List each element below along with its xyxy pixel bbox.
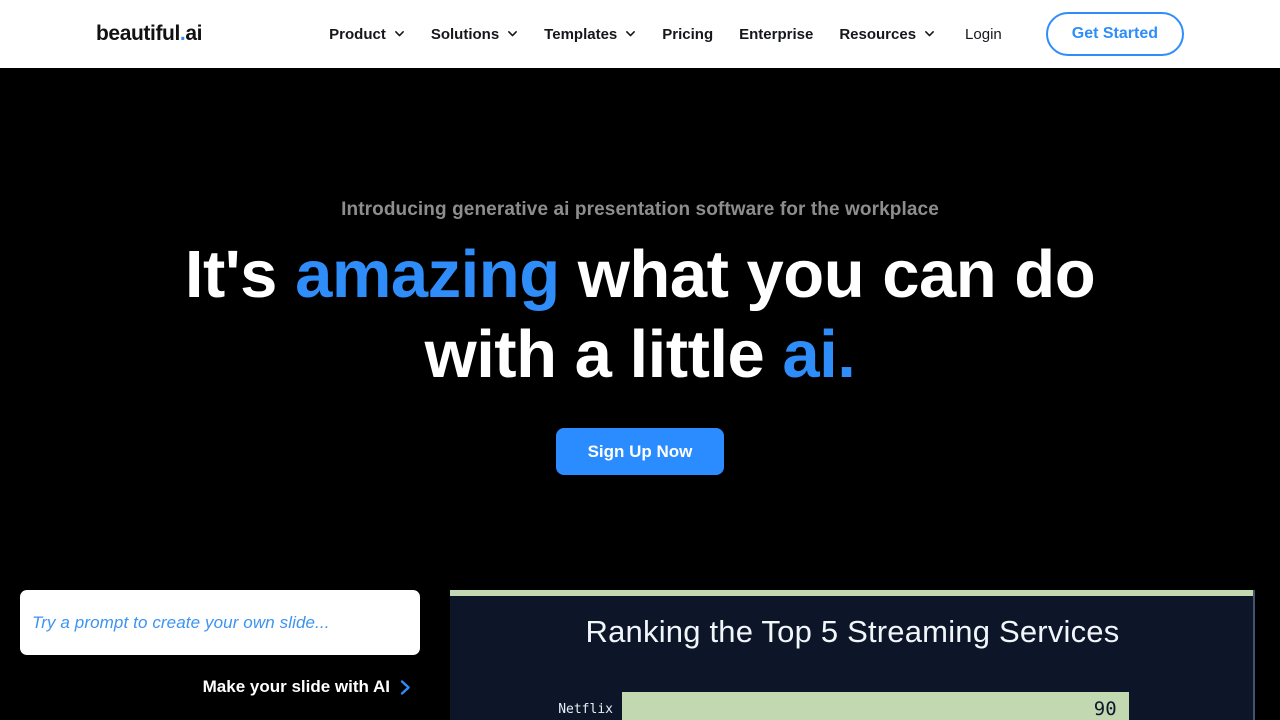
prompt-input[interactable]: Try a prompt to create your own slide... [20, 590, 420, 655]
chart-row: Netflix 90 [450, 692, 1255, 720]
chevron-down-icon [507, 28, 518, 39]
hero-title: It's amazing what you can do with a litt… [180, 235, 1100, 394]
make-slide-with-ai-label: Make your slide with AI [202, 677, 390, 696]
top-navigation-bar: beautiful.ai Product Solutions Templates [0, 0, 1280, 68]
prompt-panel: Try a prompt to create your own slide...… [20, 590, 420, 697]
brand-suffix: ai [185, 22, 203, 45]
nav-item-solutions[interactable]: Solutions [431, 26, 518, 43]
sign-up-now-button[interactable]: Sign Up Now [555, 428, 725, 476]
chart-bar-value: 90 [1093, 698, 1117, 720]
nav-item-templates[interactable]: Templates [544, 26, 636, 43]
prompt-placeholder-text: Try a prompt to create your own slide... [32, 612, 330, 632]
hero-title-part1: It's [184, 237, 278, 312]
get-started-button[interactable]: Get Started [1045, 12, 1184, 56]
brand-logo[interactable]: beautiful.ai [96, 22, 202, 46]
nav-item-label: Product [329, 25, 386, 43]
nav-item-product[interactable]: Product [329, 26, 405, 43]
hero-section: Introducing generative ai presentation s… [0, 68, 1280, 580]
chart-category-label: Netflix [558, 701, 613, 717]
nav-item-pricing[interactable]: Pricing [662, 26, 713, 43]
nav-item-label: Enterprise [739, 25, 814, 43]
chevron-down-icon [924, 28, 935, 39]
nav-links: Product Solutions Templates Pricing Ente… [329, 12, 1184, 56]
chevron-right-icon [399, 679, 412, 696]
hero-title-accent-ai: ai [782, 316, 838, 392]
nav-item-label: Templates [544, 25, 618, 43]
chevron-down-icon [394, 28, 405, 39]
slide-bar-chart: Netflix 90 [450, 692, 1255, 720]
slide-title: Ranking the Top 5 Streaming Services [585, 614, 1120, 649]
brand-name: beautiful [96, 22, 180, 45]
hero-title-accent-amazing: amazing [295, 237, 560, 312]
slide-preview[interactable]: Ranking the Top 5 Streaming Services Net… [450, 590, 1255, 720]
get-started-wrapper: Get Started [1028, 12, 1184, 56]
slide-accent-bar [450, 590, 1255, 596]
nav-item-resources[interactable]: Resources [839, 26, 935, 43]
nav-item-label: Solutions [430, 25, 500, 43]
page-root: beautiful.ai Product Solutions Templates [0, 0, 1280, 720]
hero-title-period: . [837, 316, 856, 392]
chart-bar: 90 [622, 692, 1129, 720]
hero-eyebrow: Introducing generative ai presentation s… [341, 199, 939, 220]
nav-item-label: Resources [839, 25, 917, 43]
slide-right-edge [1253, 590, 1255, 720]
nav-item-enterprise[interactable]: Enterprise [739, 26, 813, 43]
make-slide-with-ai-button[interactable]: Make your slide with AI [20, 677, 420, 697]
nav-item-label: Pricing [662, 25, 714, 43]
login-link[interactable]: Login [965, 26, 1002, 43]
chevron-down-icon [625, 28, 636, 39]
